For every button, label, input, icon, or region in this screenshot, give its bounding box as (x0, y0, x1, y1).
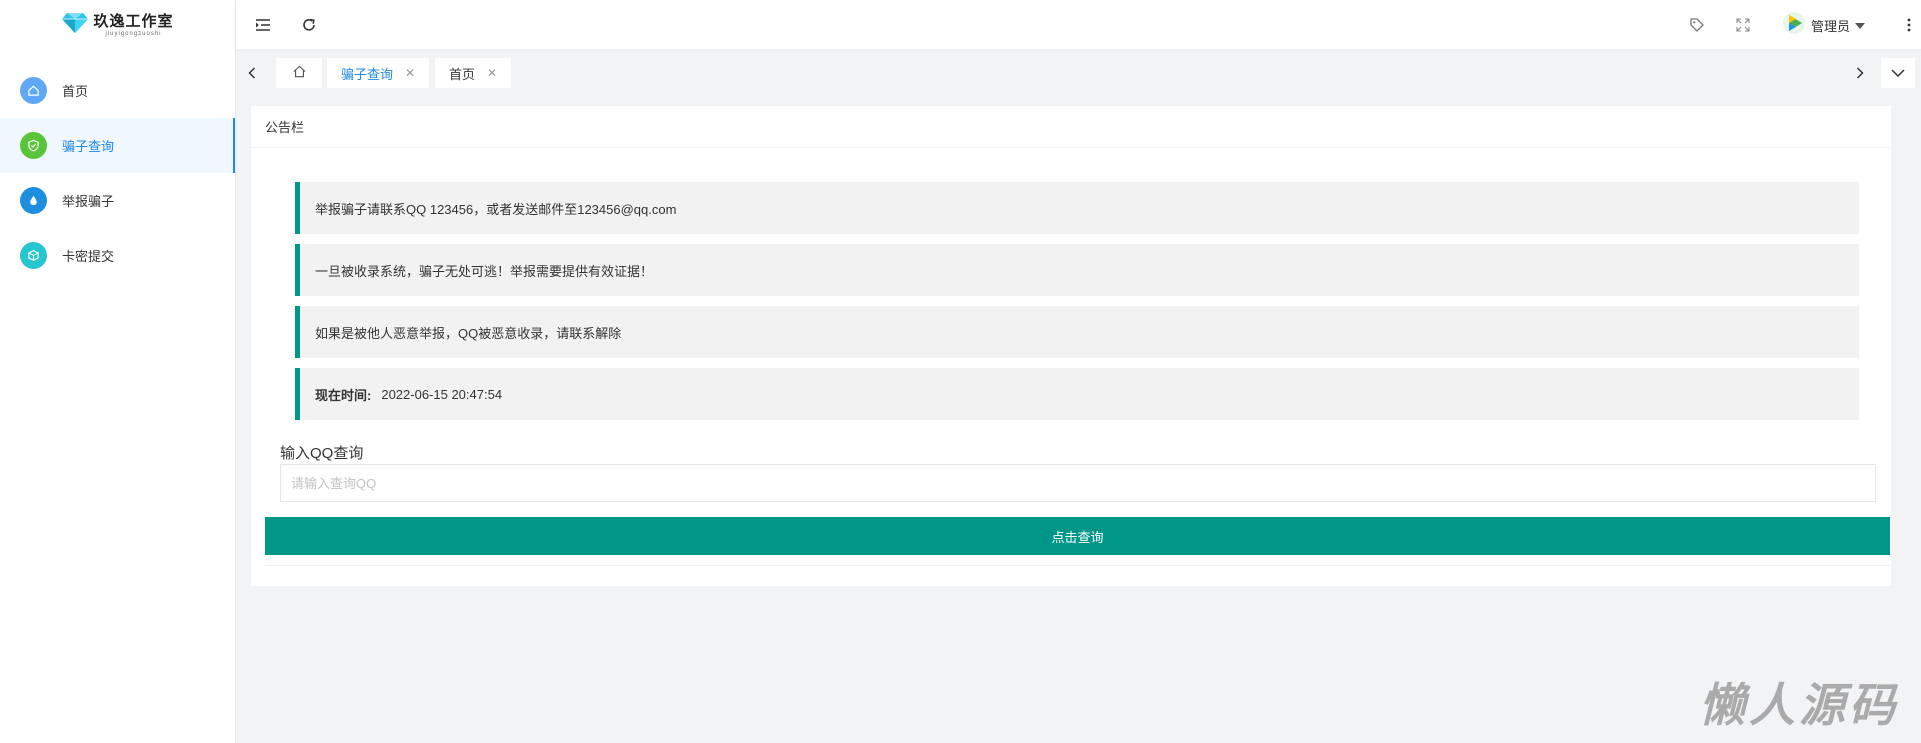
logo-title: 玖逸工作室 (93, 11, 174, 30)
tab-label: 骗子查询 (341, 66, 394, 82)
home-icon (20, 77, 47, 104)
logo[interactable]: 玖逸工作室 jiuyigongzuoshi (0, 0, 235, 50)
sidebar-item-label: 卡密提交 (62, 249, 115, 264)
logo-subtitle: jiuyigongzuoshi (105, 30, 162, 37)
sidebar: 玖逸工作室 jiuyigongzuoshi 首页 骗子查询 举报骗子 卡密提交 (0, 0, 236, 743)
tabs-dropdown-icon[interactable] (1881, 58, 1915, 88)
home-outline-icon (292, 64, 307, 82)
notice-text: 一旦被收录系统，骗子无处可逃！举报需要提供有效证据！ (315, 263, 654, 279)
tab-home[interactable]: 首页 ✕ (435, 58, 512, 88)
tag-icon[interactable] (1684, 12, 1710, 38)
shield-check-icon (20, 132, 47, 159)
tab-scammer-query[interactable]: 骗子查询 ✕ (327, 58, 430, 88)
diamond-icon (61, 12, 89, 39)
notice-card: 公告栏 举报骗子请联系QQ 123456，或者发送邮件至123456@qq.co… (251, 106, 1891, 586)
tab-label: 首页 (449, 66, 476, 82)
sidebar-item-label: 举报骗子 (62, 194, 115, 209)
sidebar-item-home[interactable]: 首页 (0, 63, 235, 118)
divider (265, 565, 1890, 566)
more-vertical-icon[interactable] (1896, 12, 1921, 38)
close-icon[interactable]: ✕ (487, 66, 497, 80)
sidebar-item-card-submit[interactable]: 卡密提交 (0, 228, 235, 283)
cube-icon (20, 242, 47, 269)
avatar (1782, 11, 1806, 40)
fullscreen-icon[interactable] (1730, 12, 1756, 38)
tabs-scroll-right-icon[interactable] (1846, 58, 1874, 88)
top-header: 管理员 (236, 0, 1921, 50)
caret-down-icon (1855, 16, 1866, 34)
drop-icon (20, 187, 47, 214)
sidebar-item-scammer-query[interactable]: 骗子查询 (0, 118, 235, 173)
tab-home-icon-tab[interactable] (276, 58, 322, 88)
sidebar-item-report-scammer[interactable]: 举报骗子 (0, 173, 235, 228)
notice-item: 一旦被收录系统，骗子无处可逃！举报需要提供有效证据！ (295, 244, 1859, 296)
sidebar-item-label: 骗子查询 (62, 139, 115, 154)
menu-fold-icon[interactable] (250, 12, 276, 38)
query-button[interactable]: 点击查询 (265, 517, 1890, 555)
notice-item: 如果是被他人恶意举报，QQ被恶意收录，请联系解除 (295, 306, 1859, 358)
notice-time: 现在时间: 2022-06-15 20:47:54 (295, 368, 1859, 420)
notice-text: 举报骗子请联系QQ 123456，或者发送邮件至123456@qq.com (315, 201, 677, 217)
close-icon[interactable]: ✕ (405, 66, 415, 80)
user-name: 管理员 (1811, 18, 1851, 34)
card-title: 公告栏 (251, 106, 1891, 148)
time-label: 现在时间: (315, 387, 372, 403)
sidebar-item-label: 首页 (62, 84, 89, 99)
user-menu[interactable]: 管理员 (1782, 11, 1866, 40)
notice-text: 如果是被他人恶意举报，QQ被恶意收录，请联系解除 (315, 325, 622, 341)
refresh-icon[interactable] (296, 12, 322, 38)
watermark: 懒人源码 (1699, 678, 1899, 732)
sidebar-nav: 首页 骗子查询 举报骗子 卡密提交 (0, 63, 235, 283)
query-label: 输入QQ查询 (280, 445, 364, 462)
qq-search-input[interactable] (280, 464, 1876, 502)
tabs-scroll-left-icon[interactable] (238, 58, 266, 88)
tabs-bar: 骗子查询 ✕ 首页 ✕ (236, 51, 1921, 95)
notice-item: 举报骗子请联系QQ 123456，或者发送邮件至123456@qq.com (295, 182, 1859, 234)
time-value: 2022-06-15 20:47:54 (381, 386, 503, 402)
